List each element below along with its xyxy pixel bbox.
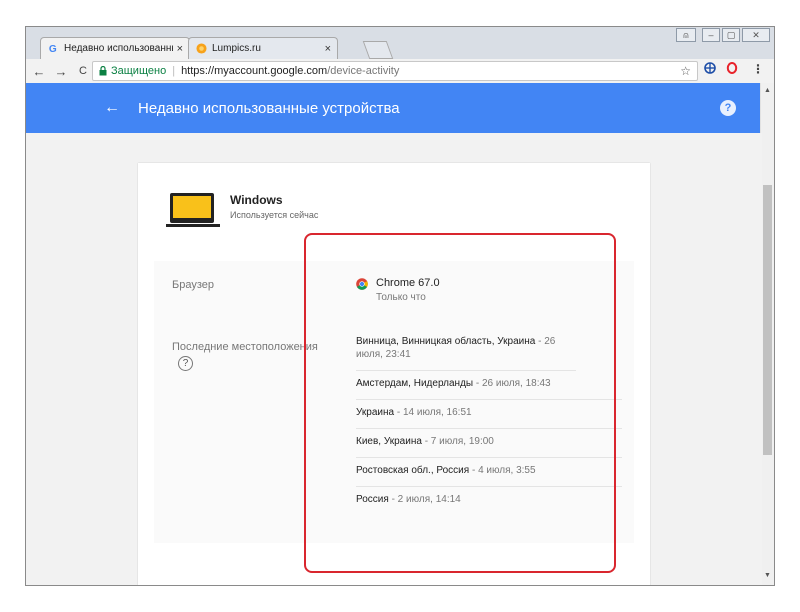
address-bar[interactable]: Защищено | https://myaccount.google.com … (92, 61, 698, 81)
vpn-extension-icon[interactable] (704, 62, 716, 77)
list-item: Украина - 14 июля, 16:51 (356, 400, 622, 429)
title-bar: G Недавно использованны × Lumpics.ru × ⍝… (26, 27, 774, 59)
lumpics-icon (195, 43, 207, 55)
tab-title: Lumpics.ru (212, 43, 261, 54)
browser-name: Chrome 67.0 (376, 277, 440, 289)
google-g-icon: G (47, 43, 59, 55)
url-separator: | (172, 65, 176, 77)
svg-text:G: G (48, 44, 56, 54)
help-icon[interactable]: ? (720, 100, 736, 116)
locations-label: Последние местоположения (172, 341, 318, 353)
location-place: Амстердам, Нидерланды (356, 378, 474, 389)
minimize-button[interactable]: – (702, 28, 720, 42)
location-time: - 7 июля, 19:00 (421, 436, 494, 447)
browser-time: Только что (376, 292, 426, 303)
device-details: Браузер Последние местоположения ? Chrom… (154, 261, 634, 543)
tab-close-icon[interactable]: × (325, 43, 331, 55)
location-time: - 4 июля, 3:55 (469, 465, 536, 476)
browser-window: G Недавно использованны × Lumpics.ru × ⍝… (25, 26, 775, 586)
device-status: Используется сейчас (230, 210, 319, 220)
close-window-button[interactable]: ✕ (742, 28, 770, 42)
scroll-up-icon[interactable]: ▲ (764, 87, 771, 94)
scrollbar-thumb[interactable] (763, 185, 772, 455)
list-item: Россия - 2 июля, 14:14 (356, 487, 622, 515)
question-help-icon[interactable]: ? (178, 356, 193, 371)
list-item: Амстердам, Нидерланды - 26 июля, 18:43 (356, 371, 622, 400)
url-host: https://myaccount.google.com (181, 65, 328, 77)
new-tab-button[interactable] (362, 41, 394, 59)
list-item: Винница, Винницкая область, Украина - 26… (356, 335, 576, 371)
back-button[interactable]: ← (30, 64, 48, 79)
location-time: - 2 июля, 14:14 (388, 494, 461, 505)
device-card: Windows Используется сейчас Браузер Посл… (138, 163, 650, 585)
maximize-button[interactable]: ▢ (722, 28, 740, 42)
window-controls: ⍝ – ▢ ✕ (676, 28, 770, 42)
location-place: Ростовская обл., Россия (356, 465, 470, 476)
secure-label: Защищено (111, 65, 167, 77)
user-icon[interactable]: ⍝ (676, 28, 696, 42)
list-item: Ростовская обл., Россия - 4 июля, 3:55 (356, 458, 622, 487)
bookmark-star-icon[interactable]: ☆ (680, 64, 691, 78)
location-place: Киев, Украина (356, 436, 422, 447)
tab-close-icon[interactable]: × (177, 43, 183, 55)
location-place: Украина (356, 407, 395, 418)
list-item: Киев, Украина - 7 июля, 19:00 (356, 429, 622, 458)
lock-icon (99, 66, 107, 76)
forward-button[interactable]: → (52, 64, 70, 79)
device-header: Windows Используется сейчас (166, 191, 318, 233)
url-path: /device-activity (327, 65, 400, 77)
tab-device-activity[interactable]: G Недавно использованны × (40, 37, 190, 59)
location-time: - 14 июля, 16:51 (394, 407, 472, 418)
device-name: Windows (230, 193, 283, 207)
tab-lumpics[interactable]: Lumpics.ru × (188, 37, 338, 59)
menu-dots-icon[interactable]: ⋮ (752, 62, 764, 76)
tab-title: Недавно использованны (64, 43, 173, 54)
opera-extension-icon[interactable] (726, 62, 738, 77)
app-bar: ← Недавно использованные устройства ? (26, 83, 762, 133)
browser-toolbar: ← → C Защищено | https://myaccount.googl… (26, 59, 774, 83)
back-arrow-icon[interactable]: ← (104, 99, 124, 117)
laptop-icon (166, 193, 222, 233)
location-place: Россия (356, 494, 389, 505)
page-title: Недавно использованные устройства (138, 99, 400, 117)
reload-button[interactable]: C (74, 65, 92, 77)
chrome-icon (356, 277, 368, 290)
locations-list: Винница, Винницкая область, Украина - 26… (356, 335, 622, 515)
scroll-down-icon[interactable]: ▼ (764, 572, 771, 579)
location-time: - 26 июля, 18:43 (473, 378, 551, 389)
page-content: Windows Используется сейчас Браузер Посл… (26, 133, 762, 585)
vertical-scrollbar[interactable]: ▲ ▼ (760, 83, 774, 585)
location-place: Винница, Винницкая область, Украина (356, 336, 536, 347)
browser-label: Браузер (172, 279, 214, 291)
